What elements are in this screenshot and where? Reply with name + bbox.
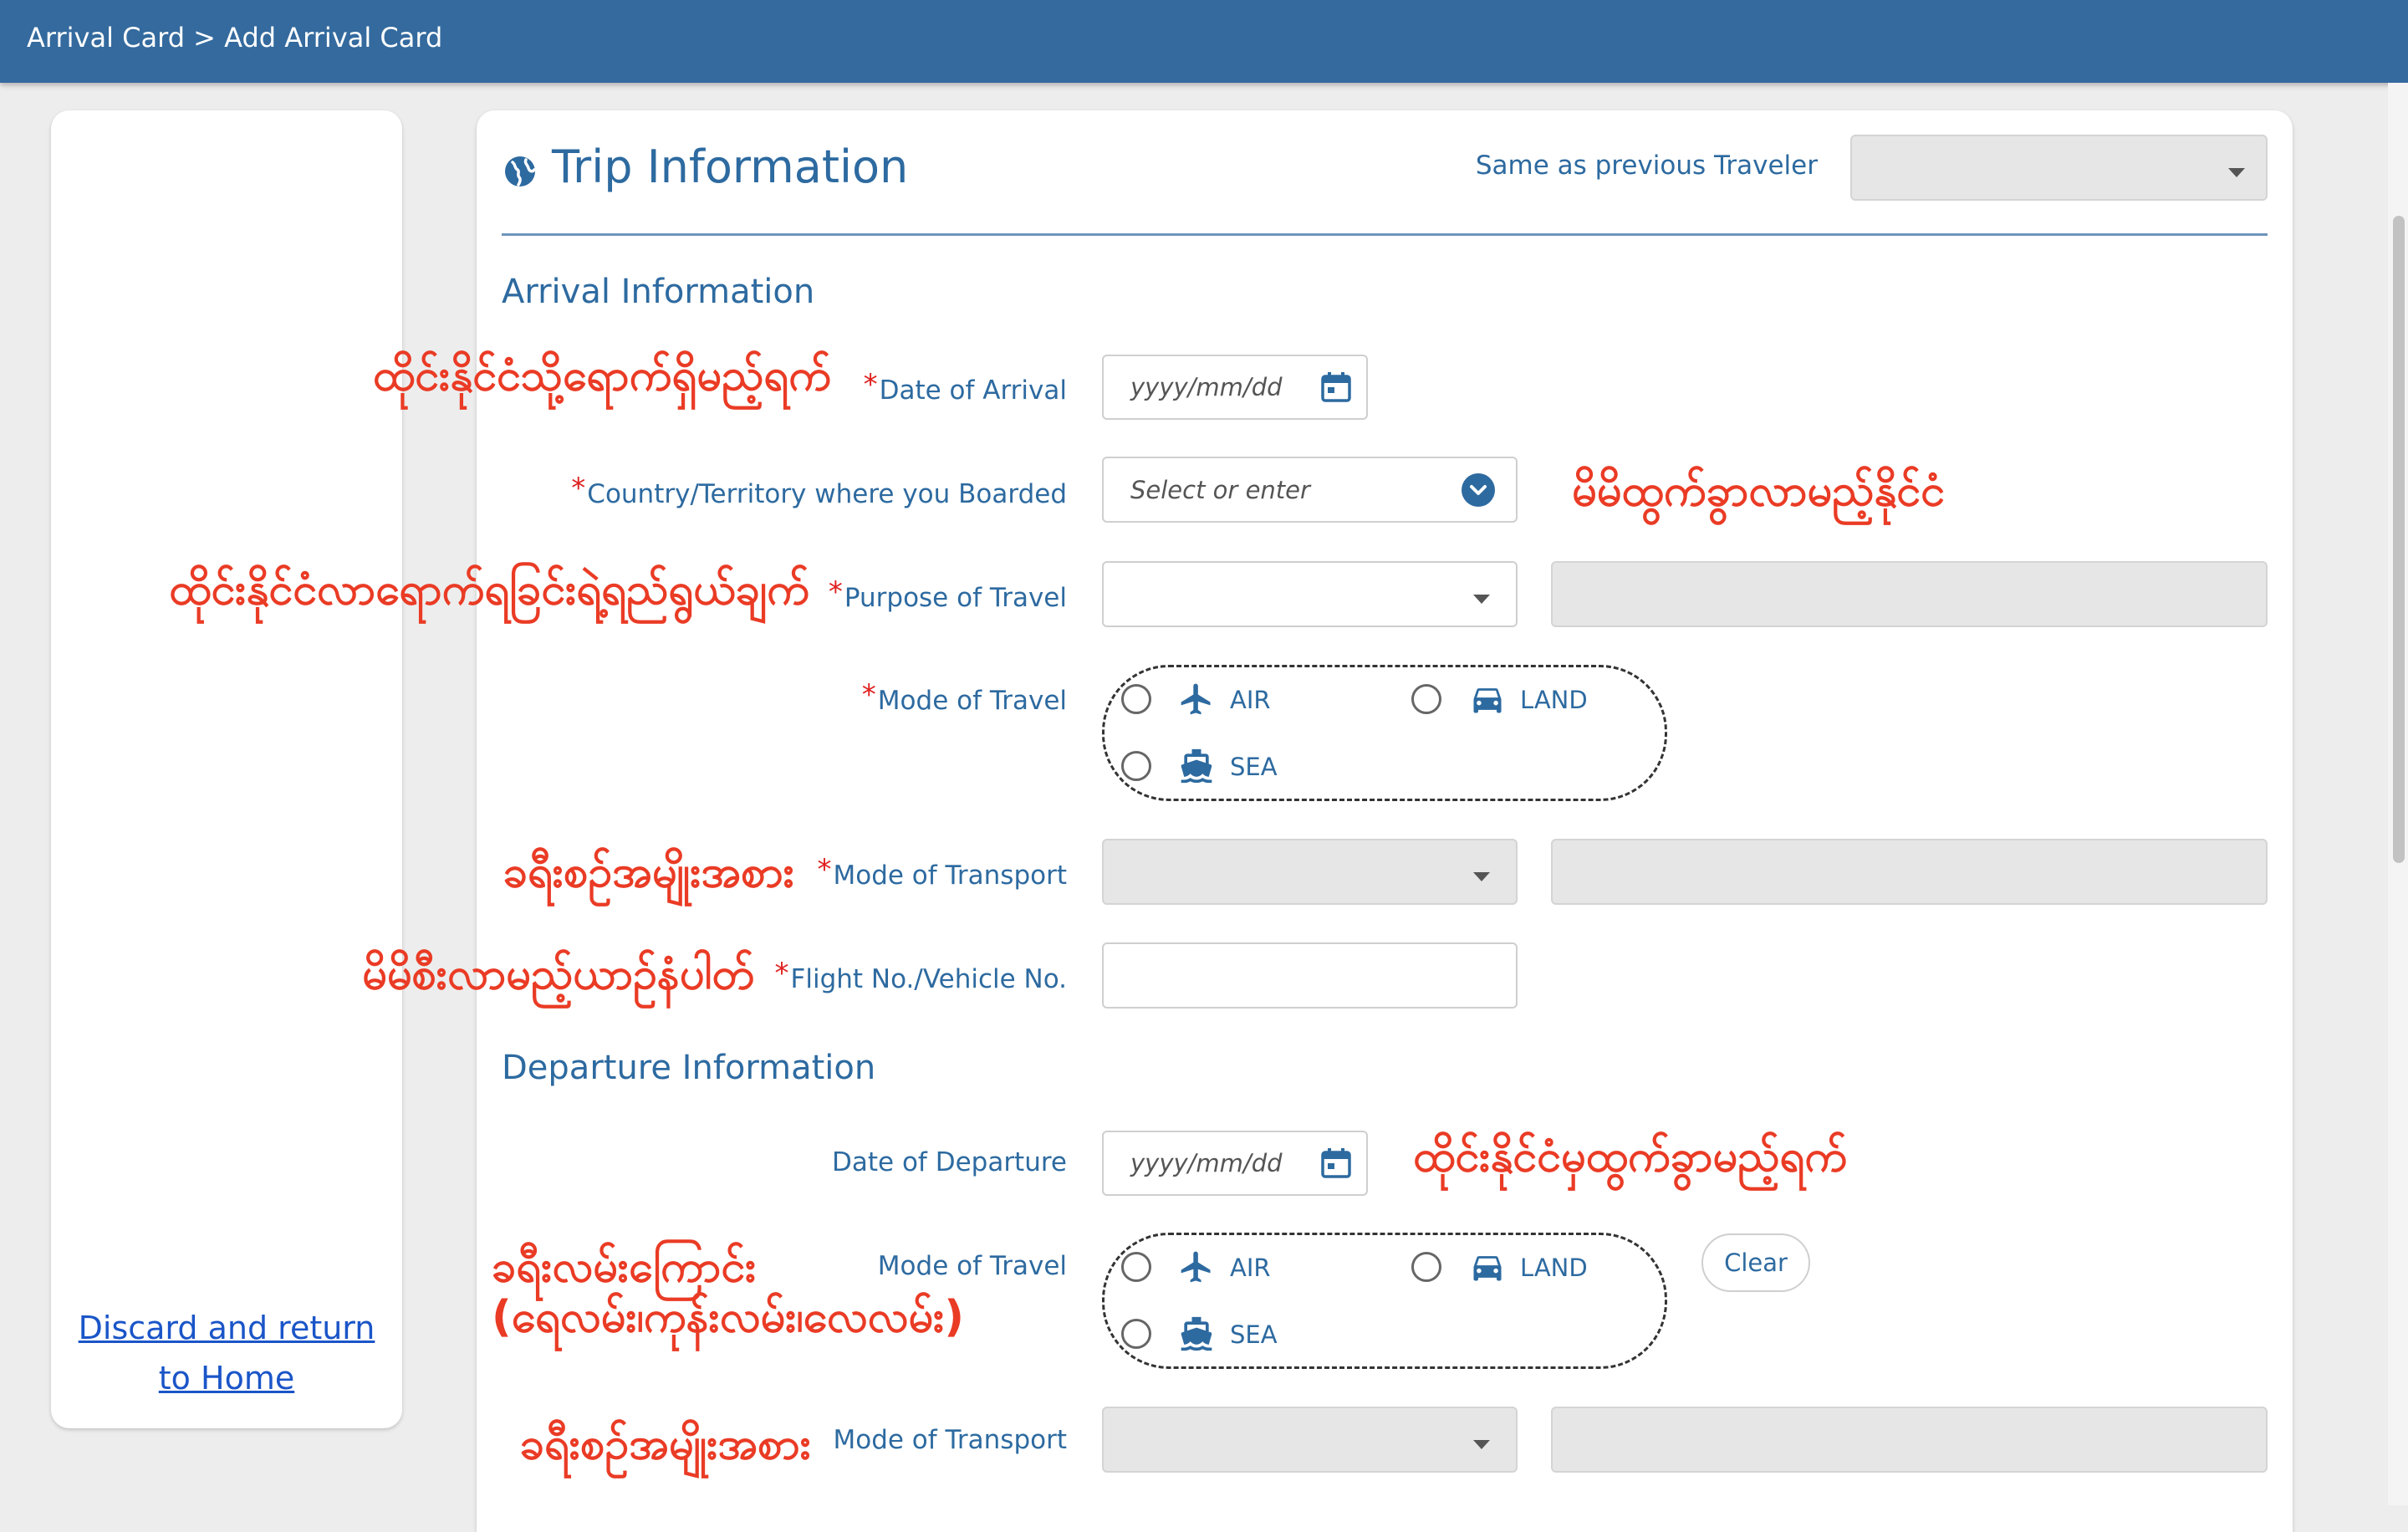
flight-no-input[interactable] [1102, 942, 1518, 1009]
departure-mode-of-travel-label: Mode of Travel [877, 1251, 1067, 1281]
departure-mode-of-transport-select[interactable] [1102, 1407, 1518, 1473]
arrival-mode-of-transport-label: *Mode of Transport [817, 853, 1067, 891]
date-of-arrival-label-text: Date of Arrival [879, 375, 1067, 406]
departure-information-heading: Departure Information [502, 1049, 876, 1087]
annotation-purpose: ထိုင်းနိုင်ငံလာရောက်ရခြင်းရဲ့ရည်ရွယ်ချက် [169, 564, 809, 615]
departure-air-radio[interactable] [1121, 1252, 1151, 1282]
country-boarded-placeholder: Select or enter [1130, 476, 1310, 504]
arrival-mode-of-travel-label-text: Mode of Travel [877, 686, 1067, 716]
flight-no-label-text: Flight No./Vehicle No. [790, 964, 1067, 994]
annotation-flight-no: မိမိစီးလာမည့်ယာဥ်နံပါတ် [362, 949, 754, 999]
country-boarded-label-text: Country/Territory where you Boarded [587, 479, 1067, 509]
date-of-departure-placeholder: yyyy/mm/dd [1130, 1149, 1283, 1177]
annotation-date-departure: ထိုင်းနိုင်ငံမှထွက်ခွာမည့်ရက် [1413, 1131, 1848, 1182]
arrival-information-heading: Arrival Information [502, 273, 815, 311]
annotation-country-boarded: မိမိထွက်ခွာလာမည့်နိုင်ငံ [1572, 466, 1945, 516]
country-boarded-label: *Country/Territory where you Boarded [571, 472, 1067, 509]
purpose-of-travel-label: *Purpose of Travel [828, 575, 1067, 613]
departure-air-label[interactable]: AIR [1230, 1254, 1271, 1282]
departure-mode-of-travel-group: AIR LAND SEA [1102, 1233, 1667, 1369]
scrollbar-thumb[interactable] [2393, 216, 2405, 863]
departure-land-label[interactable]: LAND [1520, 1254, 1588, 1282]
discard-link-line2: to Home [158, 1360, 295, 1397]
car-icon [1473, 1256, 1502, 1281]
departure-mode-of-transport-other-input[interactable] [1551, 1407, 2268, 1473]
annotation-date-arrival: ထိုင်းနိုင်ငံသို့ရောက်ရှိမည့်ရက် [372, 350, 831, 401]
arrival-air-radio[interactable] [1121, 684, 1151, 714]
purpose-of-travel-label-text: Purpose of Travel [844, 583, 1067, 613]
arrival-sea-radio[interactable] [1121, 751, 1151, 781]
ship-icon [1181, 1316, 1212, 1351]
globe-icon [505, 156, 536, 186]
annotation-transport-departure: ခရီးစဥ်အမျိုးအစား [519, 1419, 811, 1469]
departure-land-radio[interactable] [1411, 1252, 1441, 1282]
same-as-previous-traveler-label: Same as previous Traveler [1475, 151, 1818, 181]
arrival-land-radio[interactable] [1411, 684, 1441, 714]
country-boarded-select[interactable]: Select or enter [1102, 457, 1518, 523]
purpose-of-travel-select[interactable] [1102, 561, 1518, 627]
chevron-down-circle-icon[interactable] [1462, 473, 1495, 507]
date-of-departure-input[interactable]: yyyy/mm/dd [1102, 1131, 1368, 1196]
arrival-sea-label[interactable]: SEA [1230, 753, 1278, 781]
discard-link-line1: Discard and return [78, 1310, 375, 1346]
page-title: Trip Information [552, 140, 909, 193]
arrival-air-label[interactable]: AIR [1230, 686, 1271, 714]
date-of-arrival-input[interactable]: yyyy/mm/dd [1102, 355, 1368, 420]
date-of-departure-label: Date of Departure [832, 1147, 1067, 1177]
clear-button[interactable]: Clear [1701, 1233, 1810, 1292]
annotation-route-line1: ခရီးလမ်းကြောင်း [492, 1242, 757, 1292]
calendar-icon[interactable] [1319, 370, 1353, 404]
caret-down-icon [2228, 168, 2245, 177]
arrival-land-label[interactable]: LAND [1520, 686, 1588, 714]
calendar-icon[interactable] [1319, 1146, 1353, 1180]
discard-and-return-link[interactable]: Discard and return to Home [51, 1303, 402, 1403]
date-of-arrival-placeholder: yyyy/mm/dd [1130, 373, 1283, 401]
breadcrumb[interactable]: Arrival Card > Add Arrival Card [27, 22, 442, 54]
purpose-of-travel-other-input[interactable] [1551, 561, 2268, 627]
car-icon [1473, 688, 1502, 713]
airplane-icon [1181, 683, 1211, 715]
same-as-previous-traveler-select[interactable] [1850, 135, 2268, 201]
departure-sea-radio[interactable] [1121, 1319, 1151, 1349]
flight-no-label: *Flight No./Vehicle No. [774, 957, 1067, 994]
arrival-mode-of-travel-group: AIR LAND SEA [1102, 665, 1667, 801]
title-divider [502, 233, 2268, 236]
date-of-arrival-label: *Date of Arrival [863, 368, 1067, 406]
departure-mode-of-transport-label: Mode of Transport [833, 1425, 1067, 1455]
ship-icon [1181, 748, 1212, 784]
annotation-route-line2: (ရေလမ်း၊ကုန်းလမ်း၊လေလမ်း) [492, 1292, 965, 1342]
top-bar: Arrival Card > Add Arrival Card [0, 0, 2408, 83]
arrival-mode-of-transport-label-text: Mode of Transport [833, 860, 1067, 891]
arrival-mode-of-transport-select[interactable] [1102, 839, 1518, 905]
annotation-transport-arrival: ခရီးစဥ်အမျိုးအစား [503, 847, 794, 897]
left-panel: Discard and return to Home [51, 110, 402, 1428]
arrival-mode-of-transport-other-input[interactable] [1551, 839, 2268, 905]
arrival-mode-of-travel-label: *Mode of Travel [861, 678, 1067, 716]
departure-sea-label[interactable]: SEA [1230, 1320, 1278, 1349]
airplane-icon [1181, 1251, 1211, 1283]
caret-down-icon [1473, 595, 1490, 604]
caret-down-icon [1473, 872, 1490, 881]
caret-down-icon [1473, 1440, 1490, 1449]
